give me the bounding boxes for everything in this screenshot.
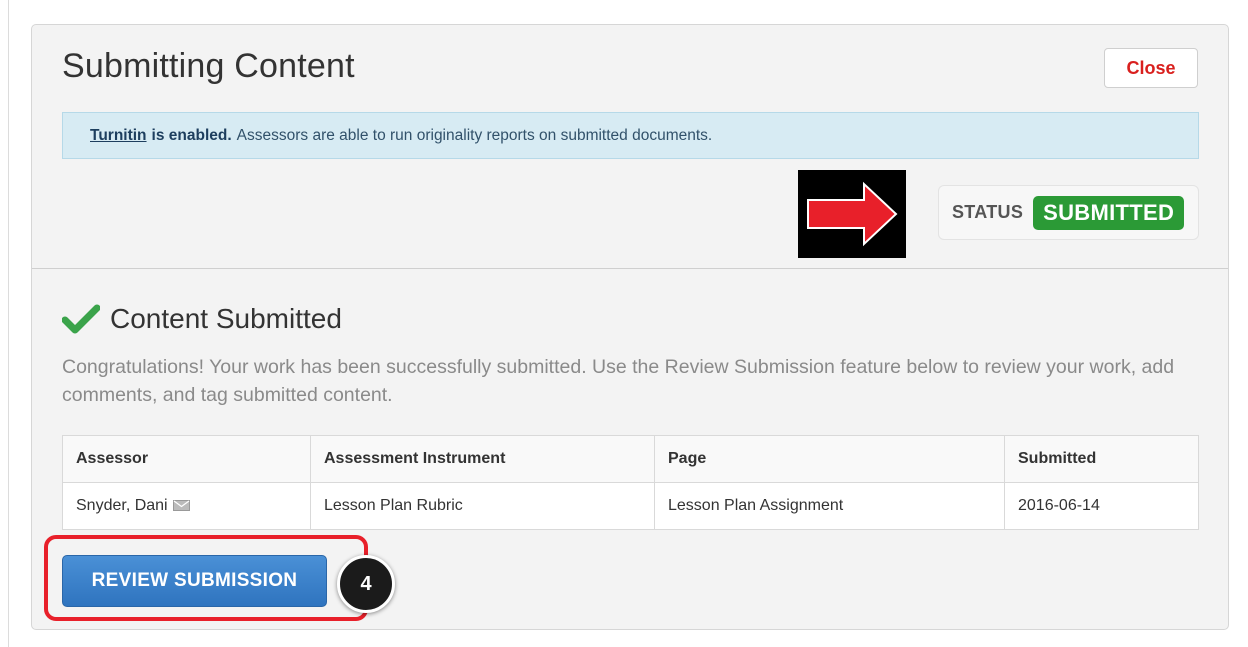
- instrument-cell: Lesson Plan Rubric: [310, 482, 655, 530]
- submitting-content-modal: Submitting Content Close Turnitin is ena…: [31, 24, 1229, 630]
- modal-title: Submitting Content: [62, 47, 355, 85]
- close-button[interactable]: Close: [1104, 48, 1198, 88]
- success-message: Congratulations! Your work has been succ…: [62, 356, 1175, 406]
- banner-text: Assessors are able to run originality re…: [236, 126, 713, 144]
- submitted-date-cell: 2016-06-14: [1004, 482, 1199, 530]
- assessor-name: Snyder, Dani: [76, 497, 168, 514]
- step-number-badge: 4: [337, 555, 395, 613]
- turnitin-link[interactable]: Turnitin: [90, 127, 147, 145]
- status-label: STATUS: [952, 202, 1024, 222]
- column-header-assessor: Assessor: [62, 435, 311, 483]
- column-header-page: Page: [654, 435, 1005, 483]
- content-submitted-heading: Content Submitted: [62, 303, 342, 335]
- turnitin-info-banner: Turnitin is enabled. Assessors are able …: [62, 112, 1199, 159]
- column-header-submitted: Submitted: [1004, 435, 1199, 483]
- submission-table: Assessor Assessment Instrument Page Subm…: [62, 435, 1199, 530]
- banner-strong-text: is enabled.: [151, 126, 232, 144]
- assessor-cell: Snyder, Dani: [62, 482, 311, 530]
- page-cell: Lesson Plan Assignment: [654, 482, 1005, 530]
- status-badge: SUBMITTED: [1033, 195, 1185, 230]
- section-divider: [32, 268, 1228, 269]
- table-header-row: Assessor Assessment Instrument Page Subm…: [62, 435, 1199, 483]
- annotation-arrow-icon: [798, 170, 906, 258]
- checkmark-icon: [62, 304, 100, 334]
- status-box: STATUS SUBMITTED: [938, 185, 1199, 240]
- review-submission-button[interactable]: REVIEW SUBMISSION: [62, 555, 327, 607]
- column-header-assessment-instrument: Assessment Instrument: [310, 435, 655, 483]
- frame-border: [8, 0, 9, 647]
- content-submitted-title: Content Submitted: [110, 303, 342, 334]
- table-row: Snyder, Dani Lesson Plan Rubric Lesson P…: [62, 482, 1199, 530]
- envelope-icon[interactable]: [172, 500, 190, 511]
